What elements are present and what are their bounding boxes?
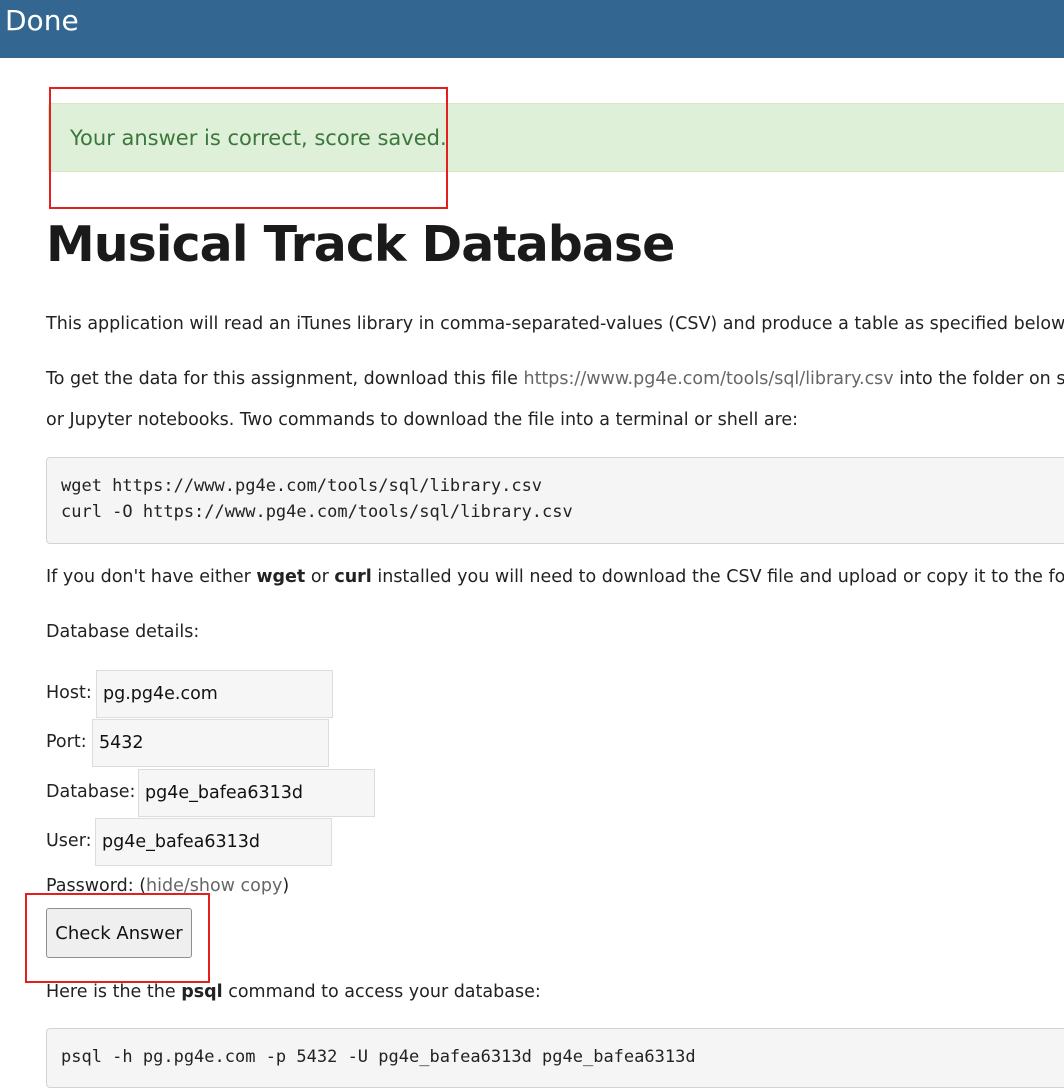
intro-text: This application will read an iTunes lib… bbox=[46, 314, 1064, 334]
curl-word: curl bbox=[334, 567, 372, 587]
no-tools-prefix: If you don't have either bbox=[46, 567, 257, 587]
user-label: User: bbox=[46, 831, 92, 851]
psql-suffix: command to access your database: bbox=[222, 982, 541, 1002]
download-prefix: To get the data for this assignment, dow… bbox=[46, 369, 524, 389]
user-field[interactable] bbox=[95, 818, 332, 866]
wget-word: wget bbox=[256, 567, 306, 587]
no-tools-text: If you don't have either wget or curl in… bbox=[46, 567, 1064, 587]
code-line-wget: wget https://www.pg4e.com/tools/sql/libr… bbox=[61, 476, 543, 496]
success-message: Your answer is correct, score saved. bbox=[70, 126, 447, 150]
host-label: Host: bbox=[46, 683, 92, 703]
download-instructions: To get the data for this assignment, dow… bbox=[46, 369, 1064, 389]
psql-code-block: psql -h pg.pg4e.com -p 5432 -U pg4e_bafe… bbox=[46, 1028, 1064, 1088]
database-field[interactable] bbox=[138, 769, 375, 817]
psql-prefix: Here is the the bbox=[46, 982, 182, 1002]
code-line-curl: curl -O https://www.pg4e.com/tools/sql/l… bbox=[61, 502, 573, 522]
library-csv-link[interactable]: https://www.pg4e.com/tools/sql/library.c… bbox=[523, 369, 893, 389]
download-instructions-line2: or Jupyter notebooks. Two commands to do… bbox=[46, 410, 799, 430]
check-answer-button[interactable]: Check Answer bbox=[46, 908, 192, 958]
page-title: Musical Track Database bbox=[46, 216, 675, 273]
download-code-block: wget https://www.pg4e.com/tools/sql/libr… bbox=[46, 457, 1064, 544]
success-alert: Your answer is correct, score saved. bbox=[48, 103, 1064, 172]
top-bar: Done bbox=[0, 0, 1064, 58]
port-label: Port: bbox=[46, 732, 87, 752]
done-link[interactable]: Done bbox=[5, 4, 79, 37]
no-tools-or: or bbox=[305, 567, 335, 587]
psql-word: psql bbox=[181, 982, 223, 1002]
no-tools-suffix: installed you will need to download the … bbox=[371, 567, 1064, 587]
database-label: Database: bbox=[46, 782, 136, 802]
host-field[interactable] bbox=[96, 670, 333, 718]
password-close-paren: ) bbox=[282, 876, 290, 896]
port-field[interactable] bbox=[92, 719, 329, 767]
hide-show-copy-link[interactable]: hide/show copy bbox=[146, 876, 282, 896]
psql-command: psql -h pg.pg4e.com -p 5432 -U pg4e_bafe… bbox=[61, 1047, 696, 1067]
password-row: Password: (hide/show copy) bbox=[46, 876, 289, 896]
psql-intro: Here is the the psql command to access y… bbox=[46, 982, 541, 1002]
password-label: Password: bbox=[46, 876, 134, 896]
database-details-label: Database details: bbox=[46, 622, 200, 642]
download-suffix: into the folder on sys bbox=[899, 369, 1064, 389]
